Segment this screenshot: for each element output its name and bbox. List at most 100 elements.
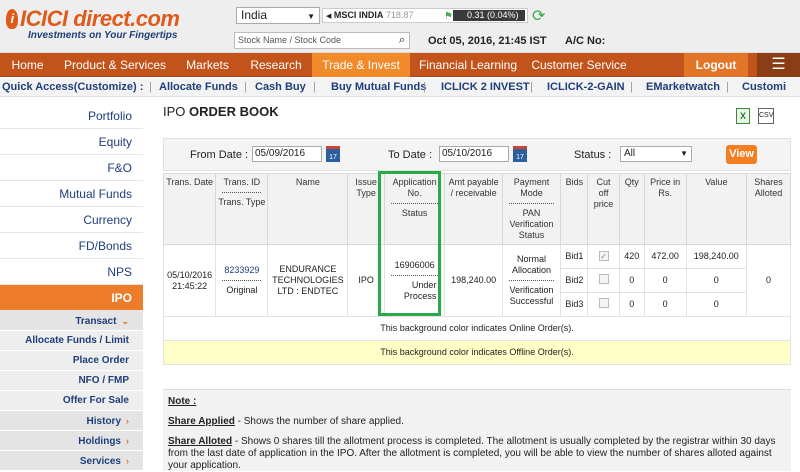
search-icon[interactable]: ⌕ — [399, 33, 405, 48]
chevron-right-icon: › — [126, 436, 129, 446]
quick-separator: | — [423, 81, 426, 93]
sidebar-sub-allocate-funds[interactable]: Allocate Funds / Limit — [0, 331, 143, 351]
main-nav: Home Product & Services Markets Research… — [0, 53, 800, 77]
sidebar-item-fno[interactable]: F&O — [0, 155, 143, 181]
top-bar: i ICICI direct.com Investments on Your Fi… — [0, 0, 800, 53]
note-share-applied: Share Applied - Shows the number of shar… — [168, 416, 786, 428]
quick-cash-buy[interactable]: Cash Buy — [255, 78, 306, 97]
trans-type-value: Original — [226, 285, 258, 295]
legend-online: This background color indicates Online O… — [163, 316, 791, 341]
col-trans-id-label: Trans. ID — [223, 177, 261, 187]
sidebar-sub-nfo-fmp[interactable]: NFO / FMP — [0, 371, 143, 391]
cell-bid: Bid2 — [560, 268, 589, 293]
notes-section: Note : Share Applied - Shows the number … — [163, 389, 791, 471]
col-pan-label: PAN Verification Status — [509, 208, 554, 240]
cell-value: 198,240.00 — [685, 244, 748, 269]
payment-mode-value: Normal Allocation — [512, 254, 552, 275]
cell-amount: 198,240.00 — [444, 244, 503, 317]
sidebar-sub-services[interactable]: Services › — [0, 451, 143, 471]
refresh-icon[interactable]: ⟳ — [532, 6, 545, 26]
application-status-highlight — [378, 171, 441, 316]
col-trans-date: Trans. Date — [162, 173, 217, 245]
index-ticker: ◀ MSCI INDIA 718.87 ⚑ 0.31 (0.04%) — [322, 8, 528, 23]
notes-heading: Note : — [168, 396, 197, 407]
legend-offline: This background color indicates Offline … — [163, 340, 791, 365]
nav-home[interactable]: Home — [0, 53, 55, 77]
header-divider — [508, 203, 555, 204]
sidebar-sub-offer-for-sale[interactable]: Offer For Sale — [0, 391, 143, 411]
col-payment-mode-label: Payment Mode — [513, 177, 550, 198]
sidebar-sub-holdings[interactable]: Holdings › — [0, 431, 143, 451]
quick-buy-mutual-funds[interactable]: Buy Mutual Funds — [331, 78, 426, 97]
cell-shares-alloted: 0 — [746, 244, 791, 317]
quick-separator: | — [630, 81, 633, 93]
sidebar-item-portfolio[interactable]: Portfolio — [0, 103, 143, 129]
nav-research[interactable]: Research — [240, 53, 312, 77]
table-row: 05/10/2016 21:45:22 8233929 Original ENDU… — [162, 244, 791, 317]
quick-iclick2invest[interactable]: ICLICK 2 INVEST — [441, 78, 530, 97]
view-button[interactable]: View — [726, 145, 757, 164]
sidebar-item-ipo[interactable]: IPO — [0, 285, 143, 311]
sidebar-sub-place-order[interactable]: Place Order — [0, 351, 143, 371]
legend-offline-row: This background color indicates Offline … — [163, 340, 791, 365]
quick-customize[interactable]: Customi — [742, 78, 786, 97]
col-name: Name — [267, 173, 349, 245]
col-cutoff: Cut off price — [587, 173, 620, 245]
quick-iclick2gain[interactable]: ICLICK-2-GAIN — [547, 78, 625, 97]
cell-qty: 420 — [618, 244, 645, 269]
up-flag-icon: ⚑ — [444, 11, 453, 22]
cell-trans-date: 05/10/2016 21:45:22 — [162, 244, 217, 317]
sidebar-item-mutual-funds[interactable]: Mutual Funds — [0, 181, 143, 207]
note-share-applied-text: - Shows the number of share applied. — [234, 416, 404, 427]
cell-value: 0 — [685, 292, 748, 317]
filter-bar: From Date : 05/09/2016 17 To Date : 05/1… — [163, 138, 791, 171]
status-select-value: All — [624, 148, 636, 159]
col-bids: Bids — [560, 173, 589, 245]
col-amount: Amt payable / receivable — [444, 173, 503, 245]
logout-button[interactable]: Logout — [684, 53, 748, 77]
market-select[interactable]: India ▼ — [236, 7, 320, 24]
nav-markets[interactable]: Markets — [175, 53, 240, 77]
quick-allocate-funds[interactable]: Allocate Funds — [159, 78, 238, 97]
stock-search-input[interactable]: Stock Name / Stock Code ⌕ — [234, 32, 410, 49]
from-date-input[interactable]: 05/09/2016 — [252, 146, 322, 162]
nav-customer-service[interactable]: Customer Service — [526, 53, 632, 77]
excel-export-icon[interactable]: X — [736, 108, 750, 124]
ticker-value: 718.87 — [385, 10, 414, 20]
col-shares-alloted: Shares Alloted — [746, 173, 791, 245]
status-select[interactable]: All ▼ — [620, 146, 692, 162]
logo[interactable]: i ICICI direct.com Investments on Your Fi… — [6, 6, 180, 41]
to-date-input[interactable]: 05/10/2016 — [439, 146, 509, 162]
sidebar-sub-transact[interactable]: Transact ⌄ — [0, 311, 143, 331]
menu-icon[interactable]: ☰ — [757, 53, 800, 77]
nav-product-services[interactable]: Product & Services — [55, 53, 175, 77]
sidebar-sub-holdings-label: Holdings — [78, 436, 121, 447]
sidebar-sub-history[interactable]: History › — [0, 411, 143, 431]
account-number-label: A/C No: — [565, 35, 606, 47]
sidebar-item-nps[interactable]: NPS — [0, 259, 143, 285]
nav-financial-learning[interactable]: Financial Learning — [410, 53, 526, 77]
quick-access-label[interactable]: Quick Access(Customize) : — [2, 78, 143, 97]
cutoff-checkbox[interactable] — [598, 274, 609, 284]
nav-trade-invest[interactable]: Trade & Invest — [312, 53, 410, 77]
sidebar: Portfolio Equity F&O Mutual Funds Curren… — [0, 103, 143, 471]
col-trans-type-label: Trans. Type — [218, 197, 266, 207]
ticker-arrow-icon: ◀ — [326, 13, 332, 20]
quick-separator: | — [530, 81, 533, 93]
cutoff-checkbox[interactable] — [598, 298, 609, 308]
sidebar-item-fd-bonds[interactable]: FD/Bonds — [0, 233, 143, 259]
cell-name: ENDURANCE TECHNOLOGIES LTD : ENDTEC — [267, 244, 349, 317]
col-value: Value — [685, 173, 748, 245]
calendar-icon[interactable]: 17 — [513, 146, 527, 162]
cell-divider — [508, 280, 555, 281]
sidebar-item-currency[interactable]: Currency — [0, 207, 143, 233]
csv-export-icon[interactable]: CSV — [758, 108, 774, 124]
page-title-prefix: IPO — [163, 104, 186, 119]
calendar-icon[interactable]: 17 — [326, 146, 340, 162]
cutoff-checkbox-checked[interactable]: ✓ — [598, 251, 609, 261]
quick-emarketwatch[interactable]: EMarketwatch — [646, 78, 720, 97]
sidebar-item-equity[interactable]: Equity — [0, 129, 143, 155]
trans-id-link[interactable]: 8233929 — [218, 265, 265, 276]
cell-price: 0 — [643, 268, 687, 293]
cell-qty: 0 — [618, 268, 645, 293]
